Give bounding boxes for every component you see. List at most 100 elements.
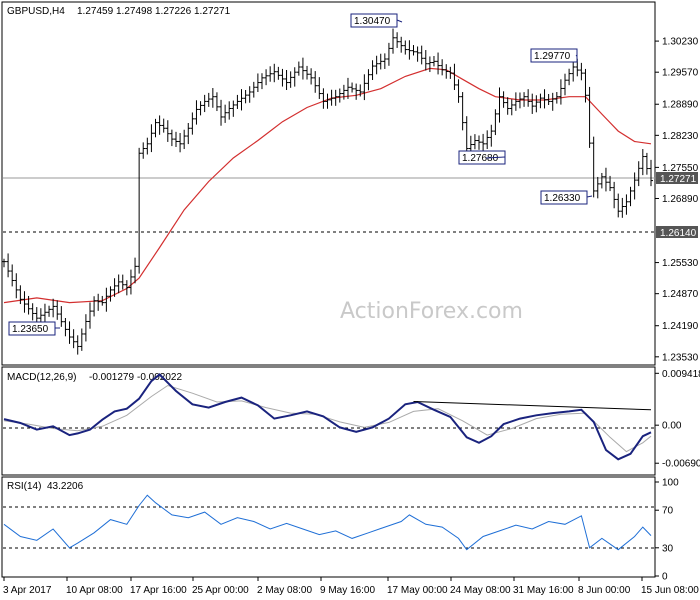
price-annotation: 1.27680 [458,150,506,165]
y-tick-label: 70 [662,506,674,517]
close-value: 1.27271 [194,6,231,17]
candle [550,92,555,111]
candle [636,161,641,187]
candle [42,303,47,325]
candle [161,118,166,133]
candle [321,88,326,109]
candle [497,87,502,123]
candle [276,66,281,80]
support-price-tag: 1.26140 [656,226,698,239]
y-tick-label: 1.25530 [662,258,699,269]
macd-title: MACD(12,26,9) [7,372,76,383]
candle [309,68,314,85]
candle [624,194,629,215]
candle [63,318,68,337]
macd-main-value: -0.001279 [89,372,134,383]
candle [145,137,150,155]
candle [124,280,129,296]
candle [55,300,60,320]
price-chart-svg: ActionForex.com GBPUSD,H4 1.27459 1.2749… [1,1,700,596]
candle [243,89,248,104]
candle [317,77,322,99]
y-tick-label: 1.30230 [662,37,699,48]
price-header: GBPUSD,H4 1.27459 1.27498 1.27226 1.2727… [7,6,231,17]
x-tick-label: 8 Jun 00:00 [578,585,631,596]
candle [354,83,359,100]
y-tick-label: 1.29570 [662,68,699,79]
rsi-y-axis: 100 70 30 0 [655,478,679,583]
support-price-text: 1.26140 [660,228,697,239]
current-price-text: 1.27271 [660,174,697,185]
price-annotation-label: 1.23650 [12,324,49,335]
candle [407,40,412,60]
candle [194,100,199,125]
candle [431,56,436,67]
y-tick-label: 0.009418 [662,369,700,380]
x-tick-label: 25 Apr 00:00 [192,585,249,596]
candle [223,104,228,123]
candle [350,82,355,93]
candle [505,97,510,115]
rsi-value: 43.2206 [47,481,84,492]
candle [6,253,11,278]
candle [272,63,277,83]
candle [587,86,592,148]
candle [259,73,264,90]
price-annotation: 1.26330 [540,190,593,205]
candle [395,32,400,48]
candle [288,71,293,88]
y-tick-label: 1.26890 [662,194,699,205]
macd-lines [3,373,652,461]
rsi-series-line [3,494,652,551]
candle [157,115,162,135]
y-tick-label: 1.28230 [662,131,699,142]
candle [374,55,379,75]
x-tick-label: 24 May 08:00 [450,585,511,596]
candle [415,46,420,62]
candle [472,134,477,150]
candle [296,61,301,76]
candle [206,92,211,107]
candle [92,296,97,317]
candle [530,93,535,114]
candle [235,94,240,109]
price-annotation-label: 1.30470 [354,16,391,27]
candle [620,197,625,218]
candle [489,124,494,147]
candle [448,66,453,79]
current-price-tag: 1.27271 [656,172,698,185]
candle [305,65,310,80]
price-annotation-label: 1.27680 [462,153,499,164]
candle [440,59,445,76]
x-tick-label: 31 May 16:00 [513,585,574,596]
candle [370,60,375,80]
candle [325,93,330,109]
candle [116,274,121,294]
candle [628,186,633,207]
y-tick-label: 1.23530 [662,352,699,363]
candle [149,124,154,153]
candle [173,131,178,148]
candle [411,45,416,56]
chart-window: ActionForex.com GBPUSD,H4 1.27459 1.2749… [0,0,700,600]
candle [632,172,637,200]
price-annotation-label: 1.29770 [534,51,571,62]
price-annotation: 1.30470 [350,13,403,28]
macd-main-line [3,373,652,461]
candle [198,101,203,116]
candle [423,50,428,71]
candle [79,328,84,351]
candle [255,73,260,93]
candle [477,135,482,150]
candle [427,56,432,73]
candle [444,64,449,79]
candle [644,152,649,175]
candle [403,40,408,55]
candle [165,120,170,142]
y-tick-label: 100 [662,478,679,489]
candle [214,92,219,112]
candle [2,258,6,268]
rsi-line [3,494,652,551]
candle [141,142,146,159]
candle [485,130,490,149]
